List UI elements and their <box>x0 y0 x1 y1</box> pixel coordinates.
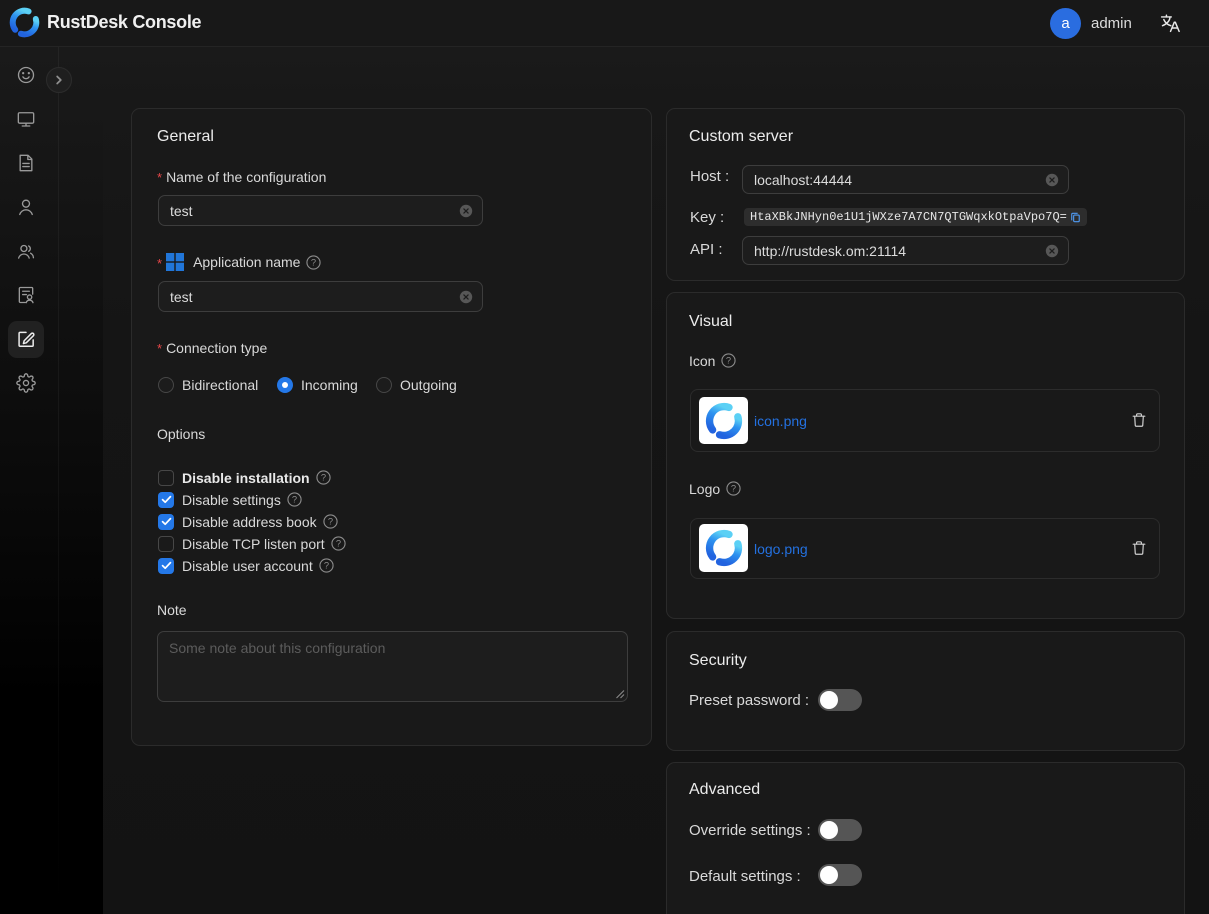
svg-text:?: ? <box>311 257 316 267</box>
svg-text:?: ? <box>292 495 297 505</box>
svg-text:?: ? <box>320 473 325 483</box>
svg-text:?: ? <box>336 539 341 549</box>
svg-text:?: ? <box>731 484 736 494</box>
svg-text:?: ? <box>324 561 329 571</box>
svg-text:?: ? <box>328 517 333 527</box>
svg-text:?: ? <box>726 356 731 366</box>
